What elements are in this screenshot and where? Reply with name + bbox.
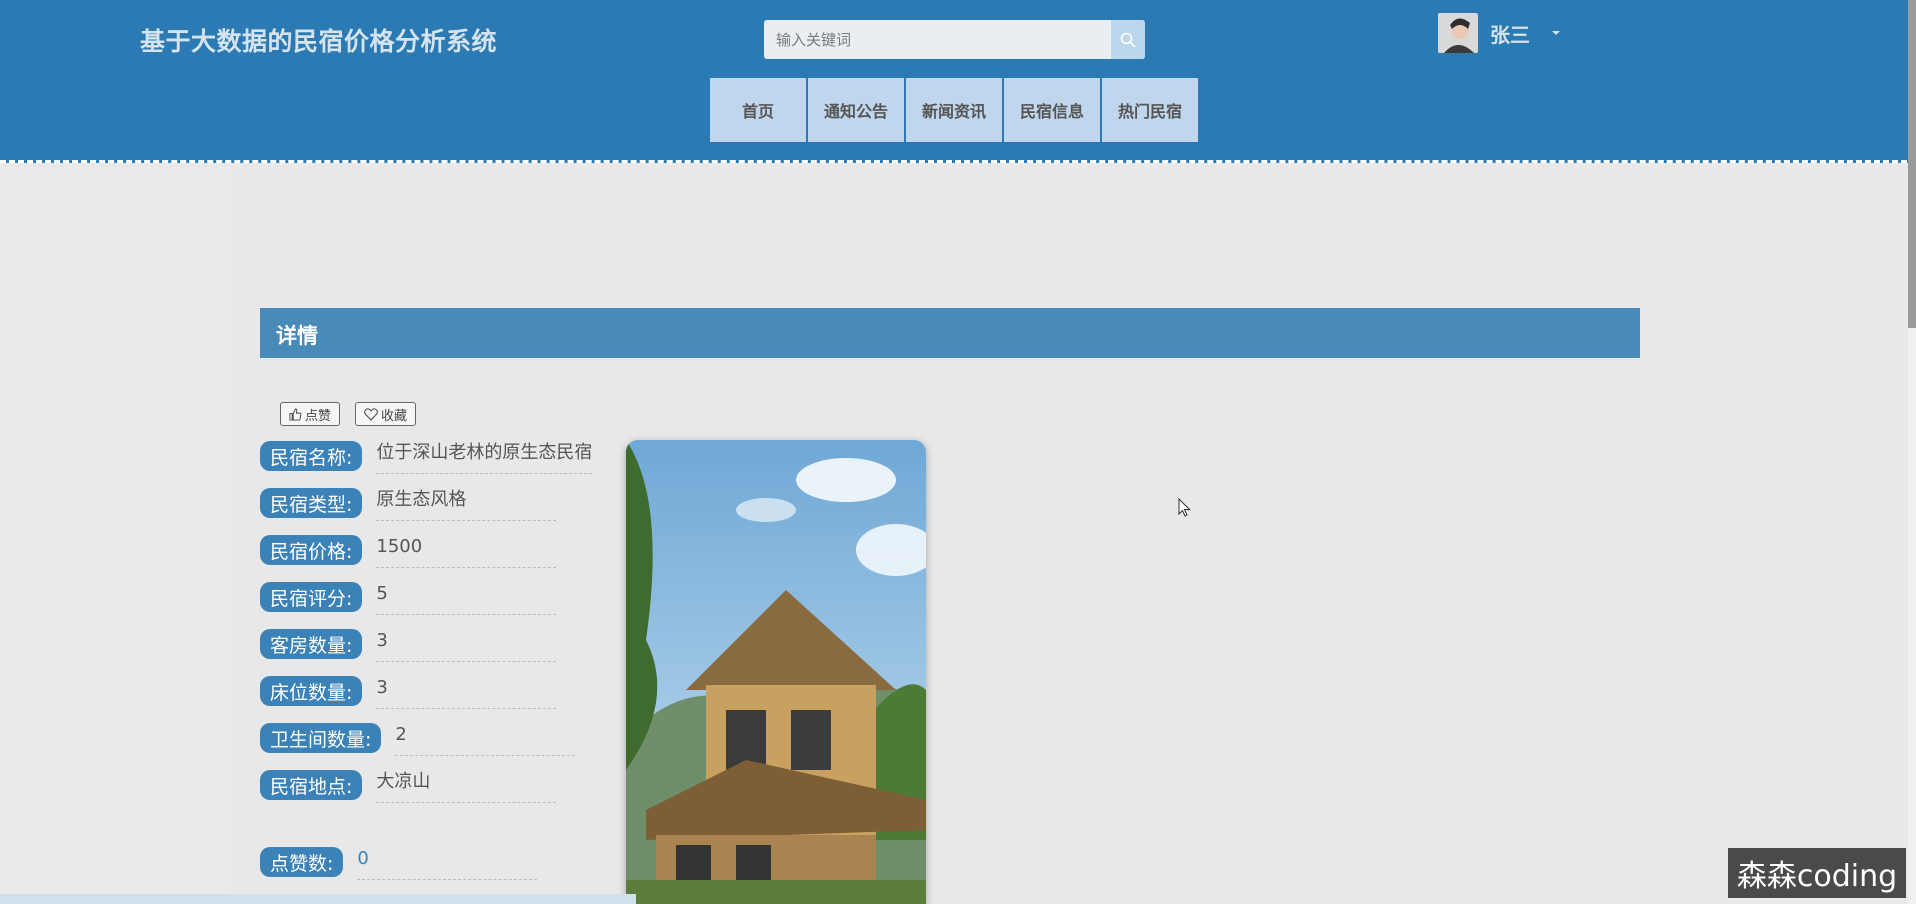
likes-label: 点赞数:	[260, 847, 344, 877]
username: 张三	[1490, 22, 1530, 47]
like-label: 点赞	[305, 408, 332, 424]
like-button[interactable]: 点赞	[280, 402, 341, 426]
thumbs-up-icon	[289, 407, 302, 421]
user-menu[interactable]: 张三	[1438, 13, 1560, 53]
search-icon	[1120, 32, 1136, 48]
nav-item-notices[interactable]: 通知公告	[808, 78, 904, 142]
field-label: 民宿类型:	[260, 488, 363, 518]
field-row-bathrooms: 卫生间数量: 2	[260, 723, 576, 756]
detail-header: 详情	[260, 308, 1640, 358]
likes-count: 0	[357, 847, 538, 880]
nav-item-news[interactable]: 新闻资讯	[906, 78, 1002, 142]
field-row-type: 民宿类型: 原生态风格	[260, 488, 557, 521]
field-label: 床位数量:	[260, 676, 363, 706]
detail-title: 详情	[276, 324, 318, 348]
page-scrollbar[interactable]	[1908, 0, 1916, 904]
nav-item-home[interactable]: 首页	[710, 78, 806, 142]
avatar-image	[1438, 13, 1478, 53]
field-label: 卫生间数量:	[260, 723, 382, 753]
avatar	[1438, 13, 1478, 53]
heart-icon	[364, 407, 378, 421]
homestay-photo	[626, 440, 926, 904]
site-header: 基于大数据的民宿价格分析系统 张三 首页 通知公告 新闻资讯 民宿信息 热门民宿	[0, 0, 1916, 163]
field-label: 客房数量:	[260, 629, 363, 659]
search-input[interactable]	[764, 20, 1104, 59]
field-row-rooms: 客房数量: 3	[260, 629, 557, 662]
field-row-beds: 床位数量: 3	[260, 676, 557, 709]
field-row-location: 民宿地点: 大凉山	[260, 770, 557, 803]
field-value: 2	[395, 723, 576, 756]
main-nav: 首页 通知公告 新闻资讯 民宿信息 热门民宿	[710, 78, 1200, 142]
field-value: 3	[376, 676, 557, 709]
field-row-name: 民宿名称: 位于深山老林的原生态民宿	[260, 441, 593, 474]
scrollbar-thumb[interactable]	[1908, 0, 1916, 328]
field-value: 位于深山老林的原生态民宿	[376, 441, 593, 474]
chevron-down-icon[interactable]	[1552, 31, 1560, 35]
field-label: 民宿价格:	[260, 535, 363, 565]
field-value: 大凉山	[376, 770, 557, 803]
page-margin	[0, 166, 230, 904]
nav-item-hot-homestays[interactable]: 热门民宿	[1102, 78, 1198, 142]
field-value: 1500	[376, 535, 557, 568]
field-label: 民宿地点:	[260, 770, 363, 800]
favorite-label: 收藏	[381, 408, 408, 424]
field-label: 民宿评分:	[260, 582, 363, 612]
field-row-rating: 民宿评分: 5	[260, 582, 557, 615]
field-row-likes: 点赞数: 0	[260, 847, 538, 880]
nav-item-homestays[interactable]: 民宿信息	[1004, 78, 1100, 142]
status-bar	[0, 894, 636, 904]
search-button[interactable]	[1111, 20, 1145, 59]
field-value: 原生态风格	[376, 488, 557, 521]
site-title: 基于大数据的民宿价格分析系统	[140, 27, 498, 56]
field-row-price: 民宿价格: 1500	[260, 535, 557, 568]
mouse-cursor-icon	[1178, 498, 1191, 517]
field-value: 3	[376, 629, 557, 662]
search-box	[764, 20, 1145, 59]
field-label: 民宿名称:	[260, 441, 363, 471]
watermark: 森森coding	[1728, 848, 1906, 898]
field-value: 5	[376, 582, 557, 615]
favorite-button[interactable]: 收藏	[355, 402, 417, 426]
